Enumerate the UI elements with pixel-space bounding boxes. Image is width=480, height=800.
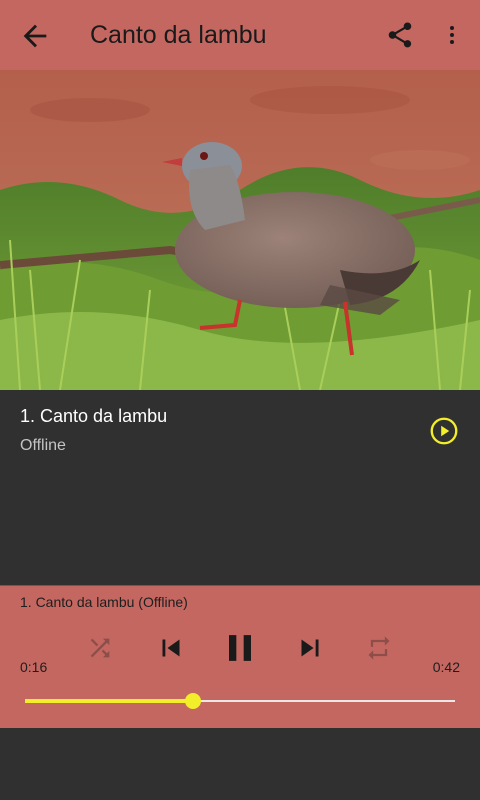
share-icon[interactable] <box>385 20 415 50</box>
seek-bar-thumb[interactable] <box>184 693 201 709</box>
total-time: 0:42 <box>432 659 460 675</box>
seek-bar-progress <box>25 699 193 703</box>
track-list-item[interactable]: 1. Canto da lambu Offline <box>0 390 480 480</box>
shuffle-icon[interactable] <box>86 634 114 662</box>
play-circle-icon[interactable] <box>430 417 458 445</box>
bottom-area <box>0 728 480 800</box>
pause-icon[interactable] <box>218 626 262 670</box>
seek-bar[interactable] <box>25 693 455 709</box>
player-panel: 1. Canto da lambu (Offline) 0:16 0:42 <box>0 585 480 728</box>
track-status: Offline <box>20 437 66 454</box>
app-screen: Canto da lambu 1. Canto da lambu Offline… <box>0 0 480 800</box>
bird-photo <box>0 70 480 390</box>
bird-photo-illustration <box>0 70 480 390</box>
track-name: 1. Canto da lambu <box>20 406 168 426</box>
more-vert-icon[interactable] <box>440 20 464 50</box>
repeat-icon[interactable] <box>365 634 393 662</box>
current-time: 0:16 <box>20 659 48 675</box>
app-bar: Canto da lambu <box>0 0 480 70</box>
arrow-back-icon[interactable] <box>18 19 52 53</box>
now-playing-label: 1. Canto da lambu (Offline) <box>20 594 188 610</box>
skip-next-icon[interactable] <box>293 631 327 665</box>
skip-previous-icon[interactable] <box>154 631 188 665</box>
page-title: Canto da lambu <box>90 21 267 49</box>
